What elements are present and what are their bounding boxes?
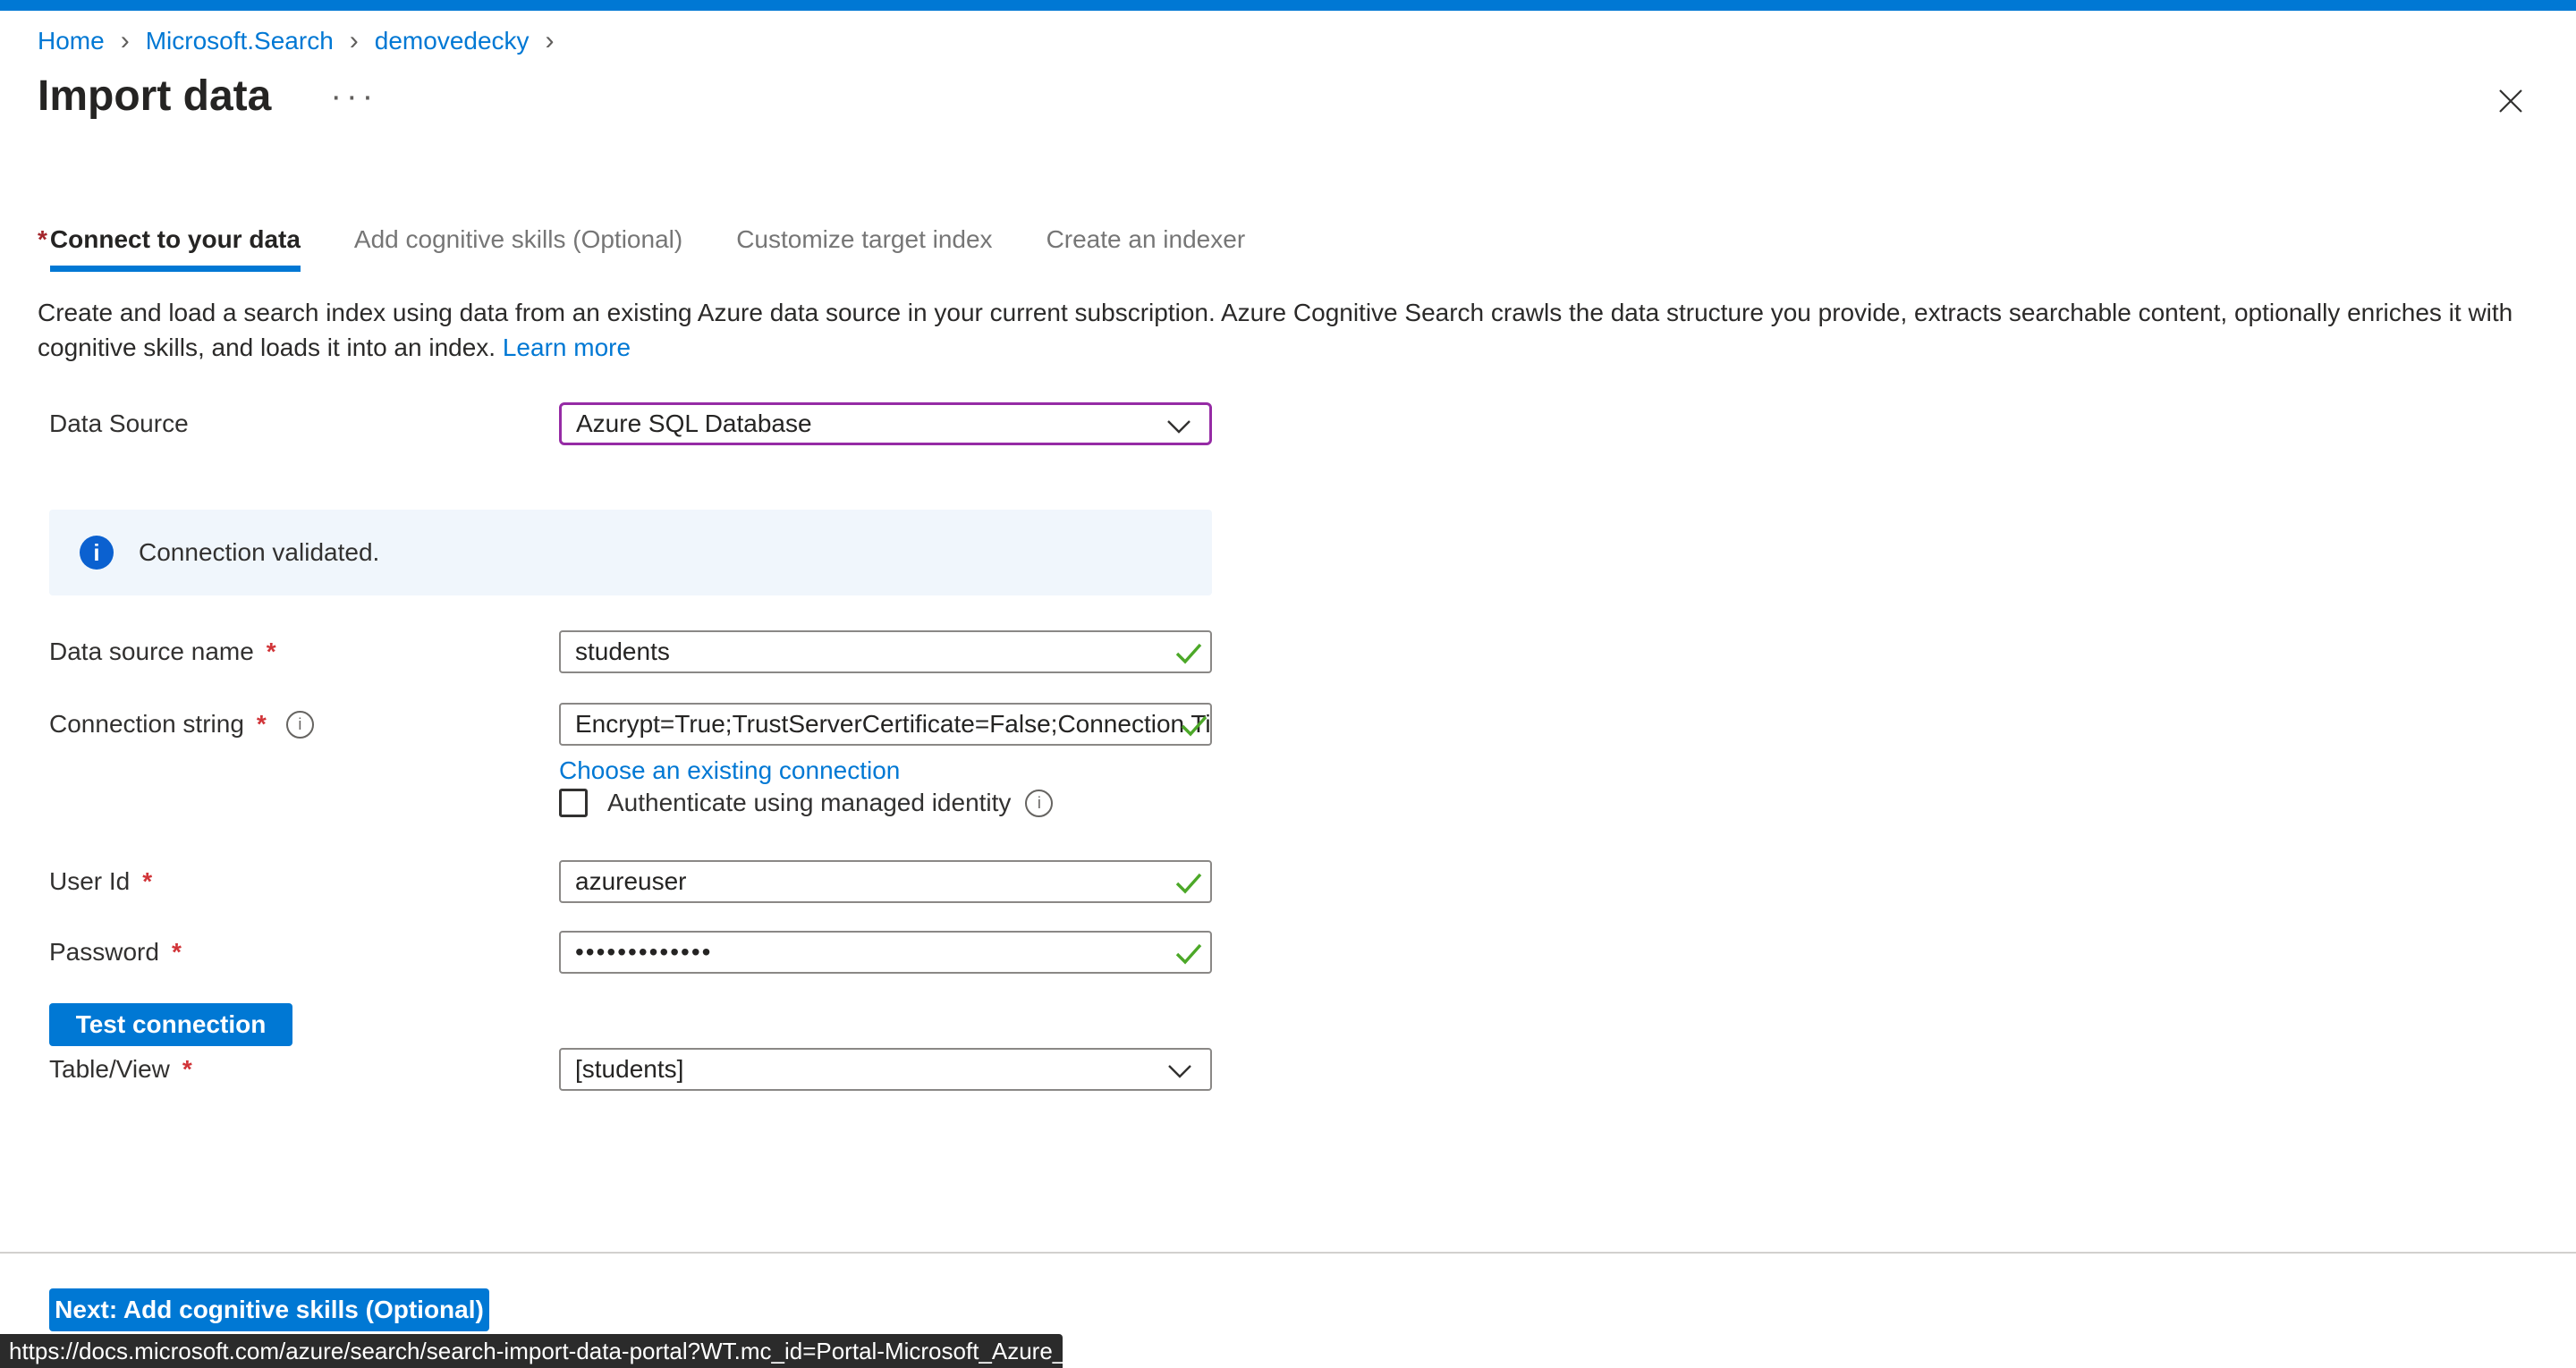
user-id-label: User Id *	[49, 867, 559, 896]
managed-identity-label: Authenticate using managed identity	[607, 789, 1011, 817]
info-icon: i	[80, 536, 114, 570]
banner-message: Connection validated.	[139, 538, 379, 567]
data-source-label: Data Source	[49, 410, 559, 438]
managed-identity-checkbox[interactable]	[559, 789, 588, 817]
breadcrumb-demovedecky-link[interactable]: demovedecky	[375, 27, 530, 55]
page-header: Import data ···	[38, 72, 377, 121]
data-source-value: Azure SQL Database	[576, 410, 812, 438]
footer-divider	[0, 1252, 2576, 1254]
table-view-row: Table/View * [students]	[49, 1048, 1212, 1091]
tab-connect-to-your-data[interactable]: *Connect to your data	[38, 225, 301, 272]
more-options-button[interactable]: ···	[330, 88, 377, 106]
chevron-right-icon: ›	[546, 29, 555, 54]
field-label: User Id	[49, 867, 130, 896]
wizard-tabs: *Connect to your data Add cognitive skil…	[38, 225, 1245, 272]
info-tooltip-icon[interactable]: i	[1025, 790, 1053, 817]
required-asterisk: *	[182, 1055, 192, 1084]
choose-existing-connection-link[interactable]: Choose an existing connection	[559, 756, 900, 785]
field-label: Data source name	[49, 638, 254, 666]
managed-identity-row: Authenticate using managed identity i	[559, 789, 1053, 817]
status-bar-url: https://docs.microsoft.com/azure/search/…	[9, 1338, 1140, 1365]
table-view-dropdown[interactable]: [students]	[559, 1048, 1212, 1091]
valid-check-icon	[1174, 942, 1203, 966]
field-label: Data Source	[49, 410, 189, 438]
tab-label: Customize target index	[736, 225, 992, 253]
input-value: •••••••••••••	[575, 938, 712, 967]
password-row: Password * •••••••••••••	[49, 931, 1212, 974]
tab-label: Add cognitive skills (Optional)	[354, 225, 682, 253]
input-value: azureuser	[575, 867, 687, 896]
required-asterisk: *	[142, 867, 152, 896]
data-source-name-input[interactable]: students	[559, 630, 1212, 673]
chevron-down-icon	[1167, 1064, 1192, 1078]
chevron-right-icon: ›	[350, 29, 359, 54]
tab-customize-target-index[interactable]: Customize target index	[736, 225, 992, 254]
table-view-value: [students]	[575, 1055, 683, 1084]
connection-validated-banner: i Connection validated.	[49, 510, 1212, 595]
field-label: Table/View	[49, 1055, 170, 1084]
close-icon	[2497, 88, 2524, 114]
input-value: students	[575, 638, 670, 666]
chevron-right-icon: ›	[121, 29, 130, 54]
tab-add-cognitive-skills[interactable]: Add cognitive skills (Optional)	[354, 225, 682, 254]
tab-create-an-indexer[interactable]: Create an indexer	[1046, 225, 1246, 254]
page-title: Import data	[38, 72, 271, 121]
chevron-down-icon	[1166, 419, 1191, 434]
connection-string-row: Connection string * i Encrypt=True;Trust…	[49, 703, 1212, 746]
field-label: Connection string	[49, 710, 244, 739]
tab-label: Connect to your data	[50, 225, 301, 272]
intro-description: Create and load a search index using dat…	[38, 299, 2512, 361]
required-asterisk: *	[257, 710, 267, 739]
data-source-dropdown[interactable]: Azure SQL Database	[559, 402, 1212, 445]
user-id-input[interactable]: azureuser	[559, 860, 1212, 903]
close-button[interactable]	[2496, 86, 2526, 116]
learn-more-link[interactable]: Learn more	[503, 334, 631, 361]
password-input[interactable]: •••••••••••••	[559, 931, 1212, 974]
connection-string-input[interactable]: Encrypt=True;TrustServerCertificate=Fals…	[559, 703, 1212, 746]
valid-check-icon	[1174, 642, 1203, 665]
user-id-row: User Id * azureuser	[49, 860, 1212, 903]
info-tooltip-icon[interactable]: i	[286, 711, 314, 739]
field-label: Password	[49, 938, 159, 967]
import-data-page: Home › Microsoft.Search › demovedecky › …	[0, 0, 2576, 1368]
data-source-name-label: Data source name *	[49, 638, 559, 666]
required-asterisk: *	[267, 638, 276, 666]
password-label: Password *	[49, 938, 559, 967]
valid-check-icon	[1174, 872, 1203, 895]
connect-form: Data Source Azure SQL Database i Connect…	[38, 402, 1290, 1171]
breadcrumb: Home › Microsoft.Search › demovedecky ›	[38, 27, 555, 55]
link-preview-status-bar: https://docs.microsoft.com/azure/search/…	[0, 1334, 1063, 1368]
required-asterisk: *	[38, 225, 47, 253]
test-connection-button[interactable]: Test connection	[49, 1003, 292, 1046]
data-source-name-row: Data source name * students	[49, 630, 1212, 673]
next-add-cognitive-skills-button[interactable]: Next: Add cognitive skills (Optional)	[49, 1288, 489, 1331]
data-source-row: Data Source Azure SQL Database	[49, 402, 1212, 445]
azure-top-bar	[0, 0, 2576, 11]
connection-string-label: Connection string * i	[49, 710, 559, 739]
valid-check-icon	[1180, 714, 1208, 738]
table-view-label: Table/View *	[49, 1055, 559, 1084]
tab-label: Create an indexer	[1046, 225, 1246, 253]
breadcrumb-home-link[interactable]: Home	[38, 27, 105, 55]
input-value: Encrypt=True;TrustServerCertificate=Fals…	[575, 710, 1212, 739]
intro-text: Create and load a search index using dat…	[38, 295, 2542, 365]
required-asterisk: *	[172, 938, 182, 967]
breadcrumb-microsoft-search-link[interactable]: Microsoft.Search	[146, 27, 334, 55]
